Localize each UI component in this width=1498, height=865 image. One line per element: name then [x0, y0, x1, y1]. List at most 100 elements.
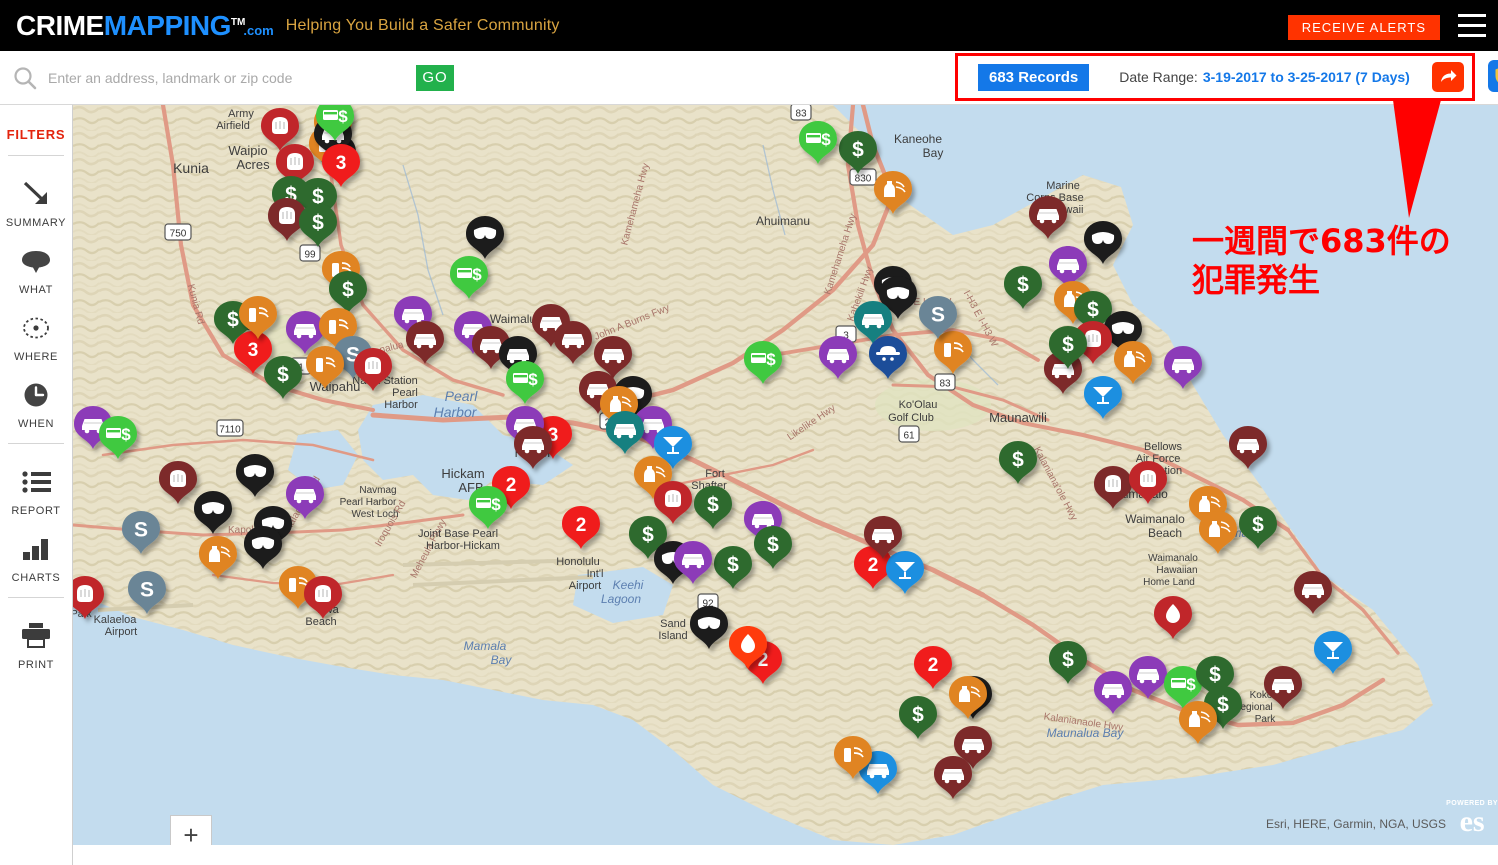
- map-place-label: Int'l: [587, 568, 604, 580]
- map-place-label: Kaneohe: [894, 132, 942, 146]
- map-place-label: Pearl Harbor: [340, 497, 397, 508]
- pin-glyph-fist: [315, 585, 331, 602]
- svg-text:$: $: [312, 212, 324, 235]
- svg-text:$: $: [342, 279, 354, 302]
- search-input[interactable]: [48, 69, 408, 86]
- pin-glyph-S: S: [140, 579, 154, 602]
- zoom-in-button[interactable]: +: [171, 816, 211, 846]
- pin-glyph-dollar: $: [227, 309, 239, 332]
- map-water-label: Pearl: [445, 388, 479, 404]
- pin-glyph-dollar: $: [707, 494, 719, 517]
- annotation-line-1: 一週間で683件の: [1192, 222, 1451, 260]
- map-place-label: Hickam: [441, 466, 484, 481]
- sidebar-item-where[interactable]: WHERE: [0, 308, 73, 363]
- date-range-label: Date Range:: [1119, 69, 1198, 85]
- svg-text:$: $: [491, 495, 501, 514]
- target-circle-icon: [19, 308, 53, 348]
- map-pin-icon: [19, 241, 53, 281]
- sidebar-item-label: PRINT: [18, 659, 54, 671]
- svg-text:830: 830: [855, 174, 872, 185]
- svg-text:S: S: [134, 519, 148, 542]
- pin-glyph-dollar: $: [852, 139, 864, 162]
- map-place-label: Marine: [1046, 180, 1080, 192]
- esri-name-text: es: [1459, 805, 1485, 838]
- pin-glyph-S: S: [931, 304, 945, 327]
- svg-text:83: 83: [939, 379, 951, 390]
- esri-logo: POWERED BY es: [1446, 800, 1498, 837]
- pin-glyph-fist: [1085, 330, 1101, 347]
- sidebar-item-what[interactable]: WHAT: [0, 241, 73, 296]
- map-place-label: Kunia: [173, 160, 209, 176]
- pin-glyph-num: 2: [868, 555, 879, 576]
- map-place-label: Beach: [305, 616, 336, 628]
- svg-text:750: 750: [170, 229, 187, 240]
- route-shield: 750: [164, 223, 192, 241]
- map-place-label: Home Land: [1143, 577, 1195, 588]
- svg-text:$: $: [1087, 299, 1099, 322]
- sidebar-item-when[interactable]: WHEN: [0, 375, 73, 430]
- svg-text:S: S: [931, 304, 945, 327]
- site-logo[interactable]: CRIME MAPPING TM .com: [16, 10, 274, 42]
- pin-glyph-fist: [1105, 475, 1121, 492]
- logo-dotcom: .com: [243, 22, 274, 38]
- hamburger-menu-icon[interactable]: [1458, 14, 1486, 37]
- date-range-value[interactable]: 3-19-2017 to 3-25-2017 (7 Days): [1203, 69, 1410, 85]
- sidebar-divider-top: [8, 155, 64, 156]
- svg-text:$: $: [227, 309, 239, 332]
- map-place-label: Acres: [236, 157, 270, 172]
- pin-glyph-num: 3: [336, 153, 347, 174]
- receive-alerts-button[interactable]: RECEIVE ALERTS: [1287, 15, 1440, 40]
- map-place-label: Army: [228, 108, 254, 120]
- sidebar-item-report[interactable]: REPORT: [0, 462, 73, 517]
- svg-text:83: 83: [795, 109, 807, 120]
- map-place-label: Bay: [923, 146, 944, 160]
- arrow-down-right-icon: [19, 174, 53, 214]
- sidebar-item-charts[interactable]: CHARTS: [0, 529, 73, 584]
- route-shield: 7110: [216, 419, 244, 437]
- svg-text:$: $: [821, 130, 831, 149]
- share-arrow-icon[interactable]: [1432, 62, 1464, 92]
- map-place-label: Bellows: [1144, 441, 1182, 453]
- pin-glyph-num: 2: [928, 655, 939, 676]
- map-place-label: Waimalu: [490, 312, 536, 326]
- sidebar-item-summary[interactable]: SUMMARY: [0, 174, 73, 229]
- search-go-button[interactable]: GO: [416, 64, 454, 91]
- map-place-label: Sand: [660, 618, 686, 630]
- svg-text:$: $: [338, 107, 348, 126]
- svg-text:61: 61: [903, 431, 915, 442]
- pin-glyph-dollar: $: [312, 212, 324, 235]
- pin-glyph-num: 2: [576, 515, 587, 536]
- records-count-badge[interactable]: 683 Records: [978, 63, 1090, 91]
- pin-glyph-dollar: $: [1217, 694, 1229, 717]
- top-header-bar: CRIME MAPPING TM .com Helping You Build a S…: [0, 0, 1498, 51]
- route-shield: 99: [299, 244, 321, 262]
- svg-text:99: 99: [304, 250, 316, 261]
- pin-glyph-S: S: [134, 519, 148, 542]
- map-place-label: West Loch: [351, 509, 398, 520]
- pin-glyph-dollar: $: [727, 554, 739, 577]
- site-tagline: Helping You Build a Safer Community: [285, 16, 560, 34]
- shield-icon[interactable]: [1488, 60, 1498, 92]
- annotation-text: 一週間で683件の 犯罪発生: [1192, 222, 1451, 300]
- svg-text:$: $: [727, 554, 739, 577]
- pin-glyph-dollar: $: [912, 704, 924, 727]
- map-canvas[interactable]: 7509971108383083612011392 Kunia RdKameha…: [73, 105, 1498, 845]
- sidebar-item-label: SUMMARY: [5, 217, 67, 229]
- pin-glyph-dollar: $: [1062, 334, 1074, 357]
- list-icon: [19, 462, 53, 502]
- map-place-label: Waimanalo: [1125, 512, 1185, 526]
- pin-glyph-dollar: $: [1012, 449, 1024, 472]
- pin-glyph-fist: [1140, 470, 1156, 487]
- svg-text:$: $: [912, 704, 924, 727]
- map-place-label: Maunawili: [989, 410, 1047, 425]
- crime-map[interactable]: 7509971108383083612011392 Kunia RdKameha…: [73, 105, 1498, 845]
- clock-icon: [19, 375, 53, 415]
- logo-crime-text: CRIME: [16, 9, 104, 41]
- svg-text:$: $: [1062, 334, 1074, 357]
- sidebar-item-print[interactable]: PRINT: [0, 616, 73, 671]
- map-place-label: Ahuimanu: [756, 214, 810, 228]
- svg-text:$: $: [472, 265, 482, 284]
- map-zoom-controls[interactable]: + −: [170, 815, 212, 845]
- svg-text:2: 2: [576, 515, 587, 536]
- map-attribution: Esri, HERE, Garmin, NGA, USGS: [1265, 817, 1446, 831]
